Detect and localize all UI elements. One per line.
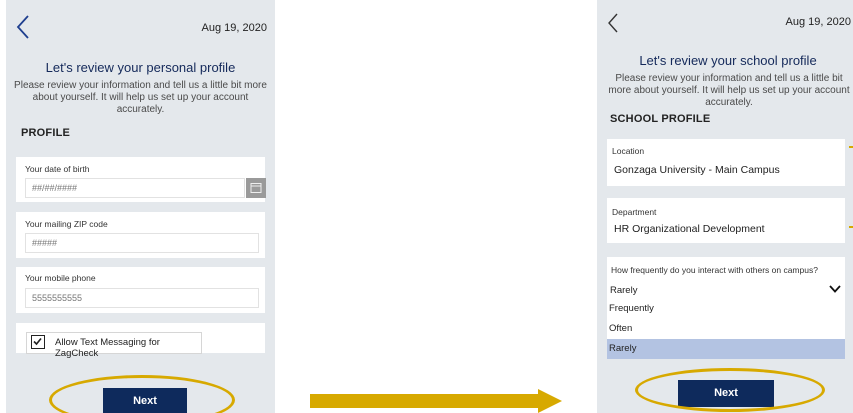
zip-input[interactable] <box>25 233 259 253</box>
page-title: Let's review your school profile <box>639 53 817 68</box>
section-heading: SCHOOL PROFILE <box>610 113 711 125</box>
page-title: Let's review your personal profile <box>45 60 236 75</box>
location-label: Location <box>612 146 645 156</box>
back-chevron-icon[interactable] <box>607 12 619 34</box>
personal-profile-screen: Aug 19, 2020 Let's review your personal … <box>6 0 275 413</box>
text-messaging-label: Allow Text Messaging for ZagCheck <box>55 337 160 359</box>
option-frequently[interactable]: Frequently <box>607 299 845 319</box>
text-messaging-toggle[interactable]: Allow Text Messaging for ZagCheck <box>26 332 202 359</box>
date-label: Aug 19, 2020 <box>785 16 851 28</box>
page-description: Please review your information and tell … <box>608 73 850 108</box>
department-card: Department HR Organizational Development <box>607 198 845 243</box>
option-often[interactable]: Often <box>607 319 845 339</box>
dob-input[interactable] <box>25 178 245 198</box>
interaction-card: How frequently do you interact with othe… <box>607 257 845 300</box>
page-description: Please review your information and tell … <box>14 80 267 115</box>
next-button-highlight <box>49 375 235 413</box>
department-marker <box>849 226 853 228</box>
school-profile-screen: Aug 19, 2020 Let's review your school pr… <box>597 0 853 413</box>
phone-label: Your mobile phone <box>25 273 96 283</box>
back-chevron-icon[interactable] <box>16 14 30 40</box>
section-heading: PROFILE <box>21 127 71 139</box>
arrow-right-icon <box>310 389 562 413</box>
calendar-button[interactable] <box>246 178 266 198</box>
dob-label: Your date of birth <box>25 164 90 174</box>
text-messaging-checkbox[interactable] <box>31 335 45 349</box>
chevron-down-icon[interactable] <box>829 285 841 293</box>
department-label: Department <box>612 207 657 217</box>
location-value: Gonzaga University - Main Campus <box>614 164 780 176</box>
location-card: Location Gonzaga University - Main Campu… <box>607 139 845 186</box>
checkmark-icon <box>33 337 42 346</box>
calendar-icon <box>250 183 262 193</box>
date-label: Aug 19, 2020 <box>201 22 267 34</box>
interaction-select[interactable]: Rarely <box>610 285 637 296</box>
dob-card: Your date of birth <box>16 157 266 202</box>
location-marker <box>849 146 853 148</box>
interaction-label: How frequently do you interact with othe… <box>611 265 818 275</box>
phone-input[interactable] <box>25 288 259 308</box>
text-messaging-card: Allow Text Messaging for ZagCheck <box>16 323 265 359</box>
phone-card: Your mobile phone <box>16 267 265 313</box>
zip-label: Your mailing ZIP code <box>25 219 108 229</box>
next-button-highlight <box>635 368 825 412</box>
department-value: HR Organizational Development <box>614 223 765 235</box>
zip-card: Your mailing ZIP code <box>16 212 265 258</box>
interaction-options-list: Frequently Often Rarely <box>607 299 845 359</box>
option-rarely[interactable]: Rarely <box>607 339 845 359</box>
